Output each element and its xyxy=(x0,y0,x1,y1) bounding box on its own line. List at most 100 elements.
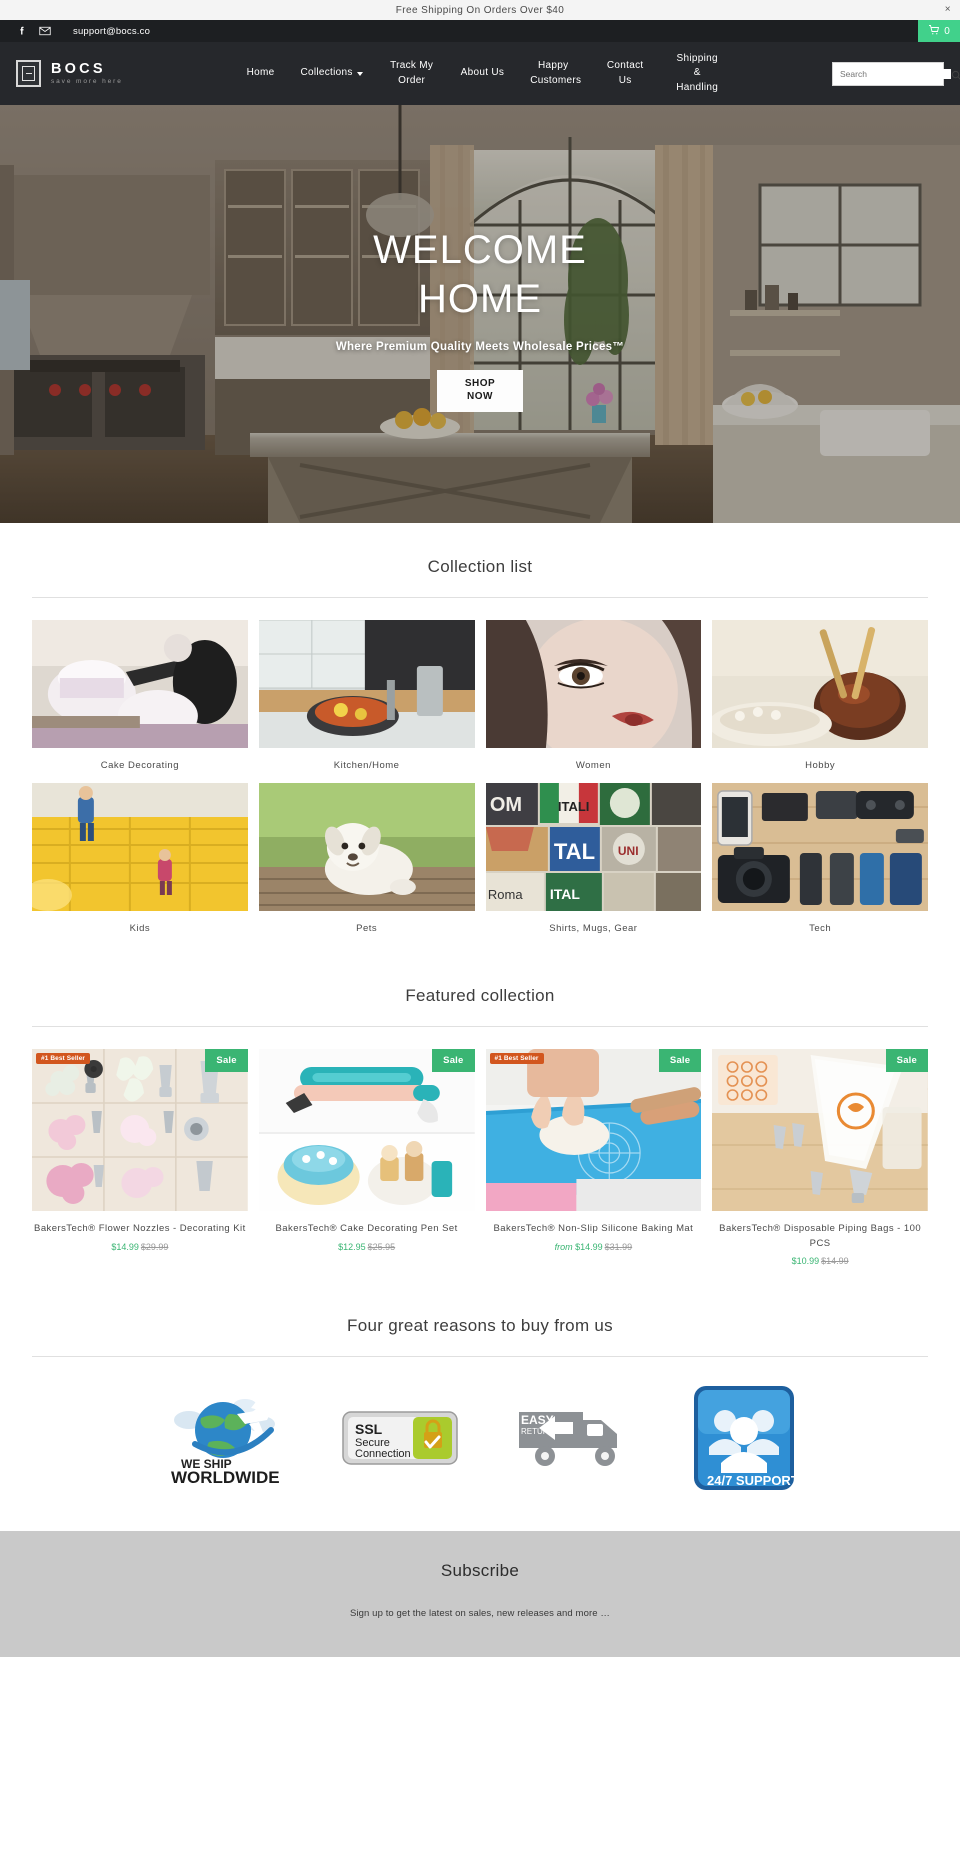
collection-image xyxy=(29,620,250,748)
product-sale-price: $12.95 xyxy=(338,1241,366,1252)
collection-card-cake-decorating[interactable]: Cake Decorating xyxy=(29,620,250,771)
product-card-disposable-piping-bags[interactable]: Sale BakersTech® Disposable Piping Bags … xyxy=(712,1049,928,1266)
product-card-flower-nozzles[interactable]: #1 Best Seller Sale BakersTech® Flower N… xyxy=(32,1049,248,1266)
trust-badge-ssl-secure: SSL Secure Connection xyxy=(341,1408,459,1468)
product-sale-price: $14.99 xyxy=(111,1241,139,1252)
site-logo[interactable]: BOCS save more here xyxy=(16,60,123,87)
collection-card-hobby[interactable]: Hobby xyxy=(708,620,931,771)
hero-banner: WELCOME HOME Where Premium Quality Meets… xyxy=(0,105,960,523)
nav-item-home[interactable]: Home xyxy=(234,66,288,81)
trust-badge-support: 24/7 SUPPORT xyxy=(693,1385,795,1491)
hero-subtitle: Where Premium Quality Meets Wholesale Pr… xyxy=(335,340,625,353)
product-title: BakersTech® Non-Slip Silicone Baking Mat xyxy=(493,1223,694,1234)
collection-grid: Cake Decorating Kitchen/Home Women Hobby… xyxy=(23,598,931,934)
product-title: BakersTech® Disposable Piping Bags - 100… xyxy=(719,1223,922,1249)
nav-item-track-my-order[interactable]: Track My Order xyxy=(376,59,448,88)
reasons-section: Four great reasons to buy from us WE SHI… xyxy=(0,1266,960,1531)
collection-image xyxy=(708,620,931,748)
collection-card-pets[interactable]: Pets xyxy=(256,783,477,934)
close-icon[interactable]: × xyxy=(945,5,951,15)
collection-image: OM ITALI TAL UNI Roma ITAL xyxy=(483,783,704,911)
collection-card-tech[interactable]: Tech xyxy=(710,783,931,934)
best-seller-badge: #1 Best Seller xyxy=(489,1053,544,1064)
product-image: #1 Best Seller Sale xyxy=(485,1049,702,1211)
ssl-line1: SSL xyxy=(355,1421,383,1437)
collection-card-kitchen-home[interactable]: Kitchen/Home xyxy=(256,619,478,771)
support-email[interactable]: support@bocs.co xyxy=(73,26,150,37)
collection-image xyxy=(23,783,250,911)
support-people-icon: 24/7 SUPPORT xyxy=(694,1386,795,1491)
featured-collection-section: Featured collection #1 Best Seller Sale … xyxy=(0,934,960,1266)
collection-card-kids[interactable]: Kids xyxy=(23,783,250,934)
shop-now-line2: NOW xyxy=(467,391,493,403)
announcement-text: Free Shipping On Orders Over $40 xyxy=(395,4,565,16)
product-price-prefix: from xyxy=(554,1241,573,1252)
social-links: support@bocs.co xyxy=(0,25,150,37)
collection-label: Cake Decorating xyxy=(100,760,179,771)
search-box[interactable] xyxy=(832,61,960,86)
easy-returns-truck-icon: EASY RETURNS xyxy=(519,1412,617,1467)
collection-list-section: Collection list Cake Decorating Kitchen/… xyxy=(0,523,960,934)
mail-icon[interactable] xyxy=(39,25,51,37)
shop-now-button[interactable]: SHOP NOW xyxy=(437,369,523,412)
support-label: 24/7 SUPPORT xyxy=(707,1473,795,1488)
nav-item-shipping-handling[interactable]: Shipping & Handling xyxy=(661,52,733,96)
collection-label: Tech xyxy=(809,923,832,934)
facebook-icon[interactable] xyxy=(16,25,28,37)
nav-menu: Home Collections Track My Order About Us… xyxy=(141,52,826,96)
nav-item-collections-label: Collections xyxy=(300,67,353,79)
collection-image xyxy=(483,618,704,766)
announcement-bar: Free Shipping On Orders Over $40 × xyxy=(0,0,960,20)
svg-text:OM: OM xyxy=(489,794,521,816)
nav-item-contact-us[interactable]: Contact Us xyxy=(589,59,661,88)
collection-label: Kitchen/Home xyxy=(333,760,400,771)
sale-badge: Sale xyxy=(658,1049,702,1072)
nav-item-about-us[interactable]: About Us xyxy=(448,66,518,81)
trust-badge-line2: WORLDWIDE xyxy=(171,1468,280,1486)
collection-image xyxy=(256,783,477,911)
trust-badge-row: WE SHIP WORLDWIDE SSL Secure Connection xyxy=(32,1357,928,1531)
product-compare-price: $29.99 xyxy=(140,1241,169,1252)
chevron-down-icon xyxy=(356,71,363,76)
search-input[interactable] xyxy=(840,68,951,79)
collection-card-women[interactable]: Women xyxy=(483,618,704,771)
ssl-line3: Connection xyxy=(355,1448,411,1460)
cart-button[interactable]: 0 xyxy=(918,20,960,42)
product-image: Sale xyxy=(712,1049,928,1211)
featured-collection-heading: Featured collection xyxy=(405,986,555,1005)
svg-text:ITALI: ITALI xyxy=(557,799,589,814)
bocs-logo-icon xyxy=(16,60,41,87)
product-card-silicone-baking-mat[interactable]: #1 Best Seller Sale BakersTech® Non-Slip… xyxy=(485,1049,702,1266)
product-compare-price: $31.99 xyxy=(604,1241,633,1252)
returns-line1: EASY xyxy=(521,1413,554,1427)
main-navigation: BOCS save more here Home Collections Tra… xyxy=(0,42,960,105)
product-price: $14.99 $29.99 xyxy=(32,1237,248,1252)
svg-text:ITAL: ITAL xyxy=(549,886,580,902)
subscribe-text: Sign up to get the latest on sales, new … xyxy=(350,1608,610,1620)
nav-item-collections[interactable]: Collections xyxy=(287,66,375,81)
ssl-lock-icon: SSL Secure Connection xyxy=(342,1411,458,1466)
svg-text:TAL: TAL xyxy=(553,839,594,864)
hero-title: WELCOME HOME xyxy=(373,226,587,324)
product-price: from $14.99 $31.99 xyxy=(486,1237,702,1252)
nav-item-happy-customers[interactable]: Happy Customers xyxy=(517,59,589,88)
product-card-decorating-pen-set[interactable]: Sale BakersTech® Cake Decorating Pen Set… xyxy=(258,1049,475,1266)
svg-text:UNI: UNI xyxy=(617,844,638,858)
search-icon[interactable] xyxy=(951,68,960,80)
product-sale-price: $10.99 xyxy=(791,1256,820,1267)
sale-badge: Sale xyxy=(432,1049,475,1072)
hero-title-line1: WELCOME xyxy=(373,228,587,273)
collection-image xyxy=(256,619,478,748)
cart-count: 0 xyxy=(944,25,950,37)
svg-text:Roma: Roma xyxy=(487,887,522,902)
product-compare-price: $25.95 xyxy=(367,1241,396,1252)
collection-label: Women xyxy=(575,760,611,771)
brand-name: BOCS xyxy=(51,60,106,77)
sale-badge: Sale xyxy=(205,1049,248,1072)
collection-list-heading: Collection list xyxy=(427,557,533,576)
collection-card-shirts-mugs-gear[interactable]: OM ITALI TAL UNI Roma ITAL Shirts, Mugs,… xyxy=(483,783,704,934)
utility-bar: support@bocs.co 0 xyxy=(0,20,960,42)
brand-tagline: save more here xyxy=(51,78,123,86)
globe-airplane-icon: WE SHIP WORLDWIDE xyxy=(171,1398,280,1486)
best-seller-badge: #1 Best Seller xyxy=(36,1053,91,1064)
